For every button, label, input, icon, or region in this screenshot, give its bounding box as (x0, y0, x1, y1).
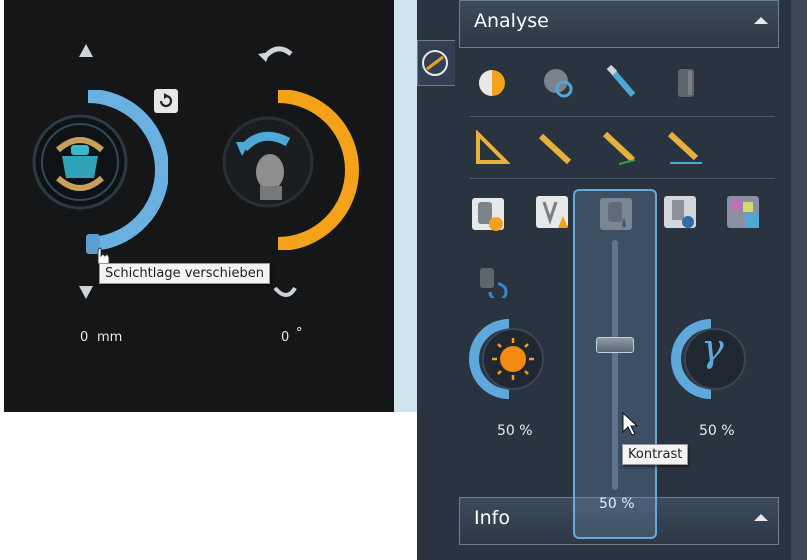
implant-icon[interactable] (668, 65, 704, 101)
nerve-marker-icon[interactable] (534, 194, 570, 230)
contrast-value: 50 % (599, 496, 635, 512)
info-collapse-caret-icon[interactable] (754, 514, 768, 521)
slice-up-arrow-icon[interactable] (77, 42, 95, 64)
contrast-tooltip: Kontrast (622, 444, 689, 465)
position-value: 0 (80, 330, 89, 345)
gamma-symbol: γ (701, 326, 724, 370)
slice-position-dial[interactable] (28, 89, 169, 254)
reset-icon[interactable] (153, 88, 179, 118)
probe-icon[interactable] (603, 63, 639, 99)
polyline-measure-icon[interactable] (601, 130, 637, 166)
brightness-value: 50 % (497, 423, 533, 439)
analyse-header-label: Analyse (474, 10, 549, 32)
rotate-right-arrow-icon[interactable] (273, 284, 297, 304)
rotation-dial[interactable] (222, 89, 362, 254)
panel-gap (394, 0, 417, 412)
reset-tooth-icon[interactable] (472, 262, 508, 298)
region-density-icon[interactable] (474, 65, 510, 101)
contrast-slider-track[interactable] (612, 240, 618, 490)
arrow-cursor-icon (622, 411, 639, 440)
tooth-density-icon[interactable] (470, 196, 506, 232)
tools-divider-2 (470, 178, 775, 179)
rotate-left-arrow-icon[interactable] (258, 40, 296, 66)
layer-tooltip: Schichtlage verschieben (99, 263, 270, 284)
info-header-label: Info (474, 507, 510, 529)
angle-measure-icon[interactable] (474, 130, 510, 166)
collapse-caret-icon[interactable] (754, 17, 768, 24)
contrast-slider-thumb[interactable] (596, 337, 634, 353)
gamma-value: 50 % (699, 423, 735, 439)
analyse-header[interactable]: Analyse (459, 0, 779, 48)
rotation-unit: ° (296, 326, 303, 341)
implant-planning-icon[interactable] (662, 194, 698, 230)
rotation-value: 0 (281, 330, 290, 345)
line-length-icon[interactable] (666, 130, 702, 166)
tooth-contrast-icon[interactable] (598, 196, 634, 232)
brightness-dial[interactable] (468, 318, 550, 404)
slice-down-arrow-icon[interactable] (77, 283, 95, 305)
histogram-region-icon[interactable] (540, 65, 576, 101)
panel-scrollbar[interactable] (791, 0, 807, 560)
position-unit: mm (97, 330, 123, 345)
colorize-icon[interactable] (725, 194, 761, 230)
measure-tab-icon[interactable] (421, 49, 449, 81)
distance-measure-icon[interactable] (537, 130, 573, 166)
tools-divider-1 (470, 116, 775, 117)
